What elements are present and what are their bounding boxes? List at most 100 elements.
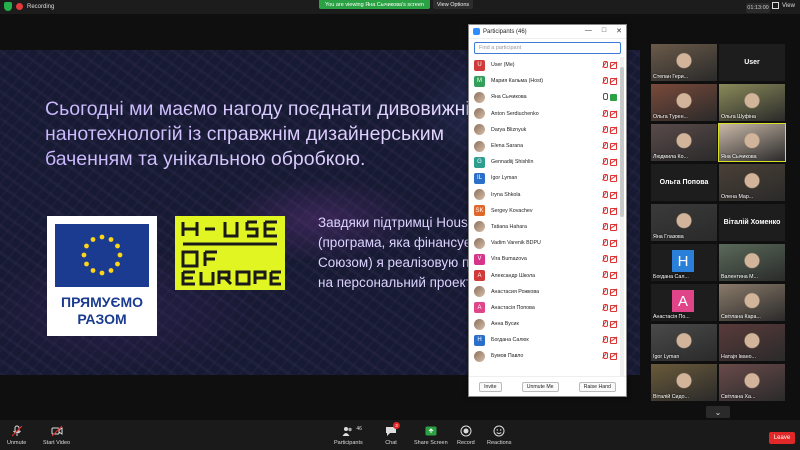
participant-name: Анастасія Попова (491, 304, 535, 311)
microphone-muted-icon (602, 174, 608, 182)
participant-avatar: M (474, 75, 485, 87)
video-tile[interactable]: Валентина М... (719, 244, 785, 281)
start-video-button[interactable]: Start Video (43, 425, 70, 446)
participant-row[interactable]: M Мария Кальма (Host) (469, 73, 621, 89)
participant-row[interactable]: Tatiana Hahara (469, 219, 621, 235)
video-tile[interactable]: Віталій Сидо... (651, 364, 717, 401)
participant-row[interactable]: H Богдана Салюк (469, 332, 621, 348)
participant-name: Darya Bliznyuk (491, 126, 527, 133)
record-button[interactable]: Record (457, 425, 475, 446)
video-tile[interactable]: Ольга Шуфіна (719, 84, 785, 121)
video-tile-name: Людмила Ко... (653, 154, 688, 160)
participant-row[interactable]: Анна Вусик (469, 316, 621, 332)
scrollbar-thumb[interactable] (620, 67, 624, 217)
video-tile-avatar: A (672, 290, 694, 312)
participant-row[interactable]: Darya Bliznyuk (469, 122, 621, 138)
participant-search-input[interactable]: Find a participant (474, 42, 621, 54)
participant-name: Iryna Shkola (491, 191, 521, 198)
chat-button[interactable]: 3 Chat (385, 422, 400, 446)
reactions-label: Reactions (487, 440, 512, 446)
video-tile[interactable]: Натаjя Івано... (719, 324, 785, 361)
microphone-muted-icon (602, 287, 608, 296)
video-tile[interactable]: User (719, 44, 785, 81)
participant-avatar (474, 108, 485, 120)
raise-hand-button[interactable]: Raise Hand (578, 381, 616, 392)
invite-button[interactable]: Invite (479, 381, 502, 392)
participant-row[interactable]: G Gennadiij Shishlin (469, 154, 621, 170)
reactions-button[interactable]: Reactions (487, 425, 511, 446)
participant-row[interactable]: Яна Сычикова (469, 89, 621, 105)
participant-list[interactable]: U User (Me) M Мария Кальма (Host) Яна Сычико… (469, 57, 621, 377)
security-shield-icon[interactable] (4, 2, 12, 11)
video-tile[interactable]: Igor Lyman (651, 324, 717, 361)
maximize-icon[interactable]: □ (602, 27, 606, 35)
gallery-next-chevron-down-icon[interactable]: ⌄ (706, 406, 730, 418)
participant-row[interactable]: IL Igor Lyman (469, 170, 621, 186)
video-tile[interactable]: H Богдана Сал... (651, 244, 717, 281)
participant-row[interactable]: Elena Sarana (469, 138, 621, 154)
participant-name: Анна Вусик (491, 321, 519, 328)
participant-avatar (474, 140, 485, 152)
participant-avatar (474, 286, 485, 298)
video-tile[interactable]: Яна Сычикова (718, 123, 786, 162)
video-tile[interactable]: Людмила Ко... (651, 124, 717, 161)
microphone-muted-icon (602, 141, 608, 150)
participants-panel: Participants (46) — □ ✕ Find a participa… (468, 24, 627, 397)
video-tile[interactable]: Ольга Турен... (651, 84, 717, 121)
video-tile[interactable]: Ольга Попова (651, 164, 717, 201)
participant-avatar: IL (474, 172, 485, 184)
eu-logo-line: РАЗОМ (77, 311, 127, 327)
video-tile[interactable]: Віталій Хоменко (719, 204, 785, 241)
participant-row[interactable]: Anton Serdiuchenko (469, 106, 621, 122)
video-camera-off-icon (610, 240, 618, 248)
participant-name: Sergey Kovachev (491, 207, 533, 214)
video-tile-name: Степан Гери... (653, 74, 689, 80)
participants-button[interactable]: 46 Participants (334, 425, 363, 446)
close-icon[interactable]: ✕ (616, 27, 622, 35)
participant-row[interactable]: Бумов Павло (469, 348, 621, 364)
unmute-button[interactable]: Unmute (7, 425, 26, 446)
microphone-muted-icon (602, 352, 608, 360)
participant-row[interactable]: Анастасия Рожкова (469, 284, 621, 300)
record-icon (460, 425, 472, 437)
participant-row[interactable]: SK Sergey Kovachev (469, 203, 621, 219)
minimize-icon[interactable]: — (585, 27, 592, 35)
video-tile[interactable]: Степан Гери... (651, 44, 717, 81)
video-tile[interactable]: Олена Мар... (719, 164, 785, 201)
recording-indicator[interactable]: Recording (4, 2, 54, 11)
participant-list-scrollbar[interactable] (620, 57, 624, 377)
participants-label: Participants (334, 440, 363, 446)
unmute-me-button[interactable]: Unmute Me (521, 381, 559, 392)
video-tile[interactable]: Світлана Ха... (719, 364, 785, 401)
video-tile[interactable]: Яна Глазова (651, 204, 717, 241)
participant-row[interactable]: Iryna Shkola (469, 187, 621, 203)
video-camera-off-icon (610, 175, 618, 183)
participant-row[interactable]: A Александр Школа (469, 267, 621, 283)
participant-name: Яна Сычикова (491, 94, 527, 101)
share-screen-button[interactable]: Share Screen (414, 425, 448, 446)
video-tile-name-large: Ольга Попова (659, 179, 709, 186)
participant-name: Tatiana Hahara (491, 223, 527, 230)
participant-row[interactable]: A Анастасія Попова (469, 300, 621, 316)
microphone-muted-icon (11, 425, 23, 437)
video-tile-name: Ольга Турен... (653, 114, 688, 120)
microphone-muted-icon (602, 255, 608, 263)
participant-row[interactable]: Vadim Varenik BDPU (469, 235, 621, 251)
participant-row[interactable]: U User (Me) (469, 57, 621, 73)
share-screen-icon (425, 425, 437, 437)
slide-body-line: (програма, яка фінансує (318, 235, 471, 250)
leave-button[interactable]: Leave (769, 432, 795, 444)
microphone-muted-icon (602, 61, 608, 69)
recording-label: Recording (27, 3, 55, 10)
view-button[interactable]: View (772, 2, 795, 9)
participant-name: Anton Serdiuchenko (491, 110, 539, 117)
video-tile[interactable]: Світлана Кара... (719, 284, 785, 321)
microphone-icon (602, 93, 608, 101)
video-camera-off-icon (610, 142, 618, 150)
participant-name: Богдана Салюк (491, 337, 529, 344)
participant-row[interactable]: V Vira Bumazova (469, 251, 621, 267)
video-tile[interactable]: A Анастасія По... (651, 284, 717, 321)
view-options-button[interactable]: View Options (433, 0, 473, 9)
microphone-muted-icon (602, 239, 608, 247)
house-of-europe-logo (175, 216, 285, 290)
